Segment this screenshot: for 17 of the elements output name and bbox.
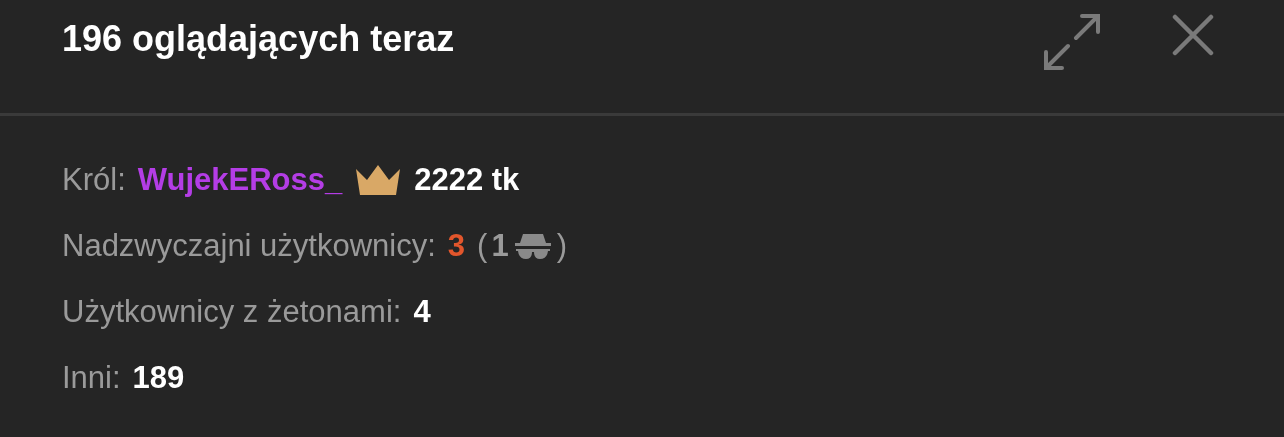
- expand-icon[interactable]: [1044, 14, 1100, 70]
- parenthesis: (: [477, 227, 488, 265]
- parenthesis: ): [556, 227, 567, 265]
- incognito-icon: [512, 231, 553, 261]
- stat-label: Użytkownicy z żetonami:: [62, 293, 402, 331]
- stat-value: 3: [447, 227, 466, 265]
- username-link[interactable]: WujekERoss_: [137, 160, 343, 200]
- dialog-title: 196 oglądających teraz: [62, 18, 456, 60]
- token-amount: 2222 tk: [414, 161, 520, 199]
- close-icon[interactable]: [1172, 14, 1214, 56]
- stat-value: 4: [413, 293, 431, 331]
- stat-value: 189: [132, 359, 185, 397]
- stat-label: Król:: [62, 161, 126, 199]
- stat-label: Nadzwyczajni użytkownicy:: [62, 227, 436, 265]
- crown-icon: [354, 163, 403, 197]
- hidden-count: 1: [491, 227, 509, 265]
- stat-label: Inni:: [62, 359, 121, 397]
